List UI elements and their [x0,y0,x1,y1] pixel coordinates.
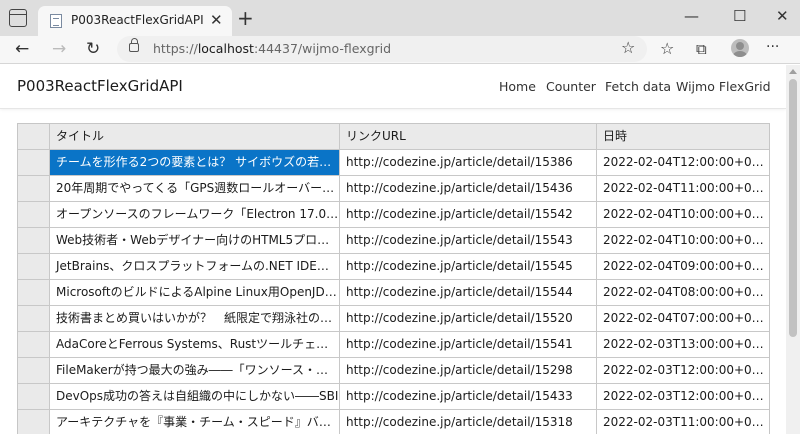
table-row[interactable]: アーキテクチャを『事業・チーム・スピード』バランス良く設計http://code… [18,410,769,434]
url-cell[interactable]: http://codezine.jp/article/detail/15541 [340,332,597,358]
row-header-cell[interactable] [18,202,50,228]
title-cell[interactable]: Web技術者・Webデザイナー向けのHTML5プロフェッショナル [50,228,340,254]
table-row[interactable]: FileMakerが持つ最大の強み――「ワンソース・マルチプラットフォーム」ht… [18,358,769,384]
table-row[interactable]: DevOps成功の答えは自組織の中にしかない――SBI http://codezi… [18,384,769,410]
title-cell[interactable]: JetBrains、クロスプラットフォームの.NET IDE「Rider 202… [50,254,340,280]
row-header-cell[interactable] [18,358,50,384]
scrollbar-thumb[interactable] [789,79,797,337]
forward-icon[interactable]: → [52,38,66,60]
maximize-button[interactable]: ☐ [733,6,746,26]
title-cell[interactable]: アーキテクチャを『事業・チーム・スピード』バランス良く設計 [50,410,340,434]
table-row[interactable]: オープンソースのフレームワーク「Electron 17.0.0」がリリースhtt… [18,202,769,228]
url-scheme: https:// [153,41,198,56]
lock-icon[interactable] [129,38,139,52]
url-cell[interactable]: http://codezine.jp/article/detail/15542 [340,202,597,228]
column-header-title[interactable]: タイトル [50,124,340,150]
grid-top-left-cell[interactable] [18,124,50,150]
datetime-cell[interactable]: 2022-02-03T11:00:00+09:00 [597,410,769,434]
row-header-cell[interactable] [18,254,50,280]
grid-header-row: タイトル リンクURL 日時 [18,124,769,150]
row-header-cell[interactable] [18,384,50,410]
title-cell[interactable]: DevOps成功の答えは自組織の中にしかない――SBI [50,384,340,410]
title-cell[interactable]: AdaCoreとFerrous Systems、Rustツールチェーン「Ferr… [50,332,340,358]
url-cell[interactable]: http://codezine.jp/article/detail/15318 [340,410,597,434]
favorites-icon[interactable]: ☆ [660,38,674,60]
url-cell[interactable]: http://codezine.jp/article/detail/15544 [340,280,597,306]
datetime-cell[interactable]: 2022-02-04T10:00:00+09:00 [597,202,769,228]
title-cell[interactable]: 20年周期でやってくる「GPS週数ロールオーバー」って何？ [50,176,340,202]
browser-toolbar: ← → ↻ https://localhost:44437/wijmo-flex… [0,36,800,64]
row-header-cell[interactable] [18,410,50,434]
app-brand[interactable]: P003ReactFlexGridAPI [17,77,183,95]
row-header-cell[interactable] [18,306,50,332]
row-header-cell[interactable] [18,228,50,254]
flexgrid[interactable]: タイトル リンクURL 日時 チームを形作る2つの要素とは？ サイボウズの若手エ… [17,123,770,434]
tab-strip: P003ReactFlexGridAPI ✕ + — ☐ ✕ [0,0,800,36]
nav-link-counter[interactable]: Counter [546,79,596,94]
add-favorite-icon[interactable]: ☆ [621,37,635,59]
url-host: localhost [197,41,254,56]
back-icon[interactable]: ← [15,38,29,60]
address-bar[interactable]: https://localhost:44437/wijmo-flexgrid ☆ [117,36,647,62]
collections-icon[interactable]: ⧉ [696,38,707,60]
new-tab-button[interactable]: + [237,7,254,29]
table-row[interactable]: 技術書まとめ買いはいかが？ 紙限定で翔泳社の書籍 http://codezine.… [18,306,769,332]
title-cell[interactable]: チームを形作る2つの要素とは？ サイボウズの若手エンジニア [50,150,340,176]
table-row[interactable]: AdaCoreとFerrous Systems、Rustツールチェーン「Ferr… [18,332,769,358]
title-cell[interactable]: 技術書まとめ買いはいかが？ 紙限定で翔泳社の書籍 [50,306,340,332]
close-window-button[interactable]: ✕ [776,6,789,26]
datetime-cell[interactable]: 2022-02-04T11:00:00+09:00 [597,176,769,202]
profile-avatar[interactable] [731,39,749,57]
more-menu-icon[interactable]: ··· [766,36,779,58]
url-cell[interactable]: http://codezine.jp/article/detail/15433 [340,384,597,410]
url-text[interactable]: https://localhost:44437/wijmo-flexgrid [153,41,391,56]
column-header-url[interactable]: リンクURL [340,124,597,150]
datetime-cell[interactable]: 2022-02-04T09:00:00+09:00 [597,254,769,280]
datetime-cell[interactable]: 2022-02-04T12:00:00+09:00 [597,150,769,176]
tab-actions-icon[interactable] [9,9,27,27]
page-viewport: P003ReactFlexGridAPI Home Counter Fetch … [0,65,786,434]
row-header-cell[interactable] [18,280,50,306]
table-row[interactable]: MicrosoftのビルドによるAlpine Linux用OpenJDK 17 h… [18,280,769,306]
tab-title: P003ReactFlexGridAPI [71,13,204,27]
datetime-cell[interactable]: 2022-02-04T08:00:00+09:00 [597,280,769,306]
table-row[interactable]: チームを形作る2つの要素とは？ サイボウズの若手エンジニアhttp://code… [18,150,769,176]
title-cell[interactable]: MicrosoftのビルドによるAlpine Linux用OpenJDK 17 [50,280,340,306]
datetime-cell[interactable]: 2022-02-03T13:00:00+09:00 [597,332,769,358]
datetime-cell[interactable]: 2022-02-03T12:00:00+09:00 [597,358,769,384]
table-row[interactable]: 20年周期でやってくる「GPS週数ロールオーバー」って何？http://code… [18,176,769,202]
title-cell[interactable]: オープンソースのフレームワーク「Electron 17.0.0」がリリース [50,202,340,228]
datetime-cell[interactable]: 2022-02-03T12:00:00+09:00 [597,384,769,410]
row-header-cell[interactable] [18,150,50,176]
datetime-cell[interactable]: 2022-02-04T10:00:00+09:00 [597,228,769,254]
url-cell[interactable]: http://codezine.jp/article/detail/15545 [340,254,597,280]
row-header-cell[interactable] [18,332,50,358]
table-row[interactable]: JetBrains、クロスプラットフォームの.NET IDE「Rider 202… [18,254,769,280]
tab-close-icon[interactable]: ✕ [210,11,223,29]
minimize-button[interactable]: — [684,6,699,26]
url-cell[interactable]: http://codezine.jp/article/detail/15520 [340,306,597,332]
table-row[interactable]: Web技術者・Webデザイナー向けのHTML5プロフェッショナルhttp://c… [18,228,769,254]
column-header-datetime[interactable]: 日時 [597,124,769,150]
browser-tab-active[interactable]: P003ReactFlexGridAPI ✕ [38,6,232,36]
nav-link-fetch-data[interactable]: Fetch data [605,79,671,94]
app-navbar: P003ReactFlexGridAPI Home Counter Fetch … [0,65,786,109]
datetime-cell[interactable]: 2022-02-04T07:00:00+09:00 [597,306,769,332]
title-cell[interactable]: FileMakerが持つ最大の強み――「ワンソース・マルチプラットフォーム」 [50,358,340,384]
nav-link-home[interactable]: Home [499,79,536,94]
url-cell[interactable]: http://codezine.jp/article/detail/15298 [340,358,597,384]
nav-link-wijmo-flexgrid[interactable]: Wijmo FlexGrid [676,79,771,94]
page-scrollbar[interactable] [786,65,800,434]
url-cell[interactable]: http://codezine.jp/article/detail/15543 [340,228,597,254]
scroll-up-icon[interactable] [789,69,797,74]
url-cell[interactable]: http://codezine.jp/article/detail/15386 [340,150,597,176]
page-favicon-icon [50,14,62,28]
url-path: :44437/wijmo-flexgrid [253,41,392,56]
row-header-cell[interactable] [18,176,50,202]
url-cell[interactable]: http://codezine.jp/article/detail/15436 [340,176,597,202]
refresh-icon[interactable]: ↻ [86,38,100,60]
